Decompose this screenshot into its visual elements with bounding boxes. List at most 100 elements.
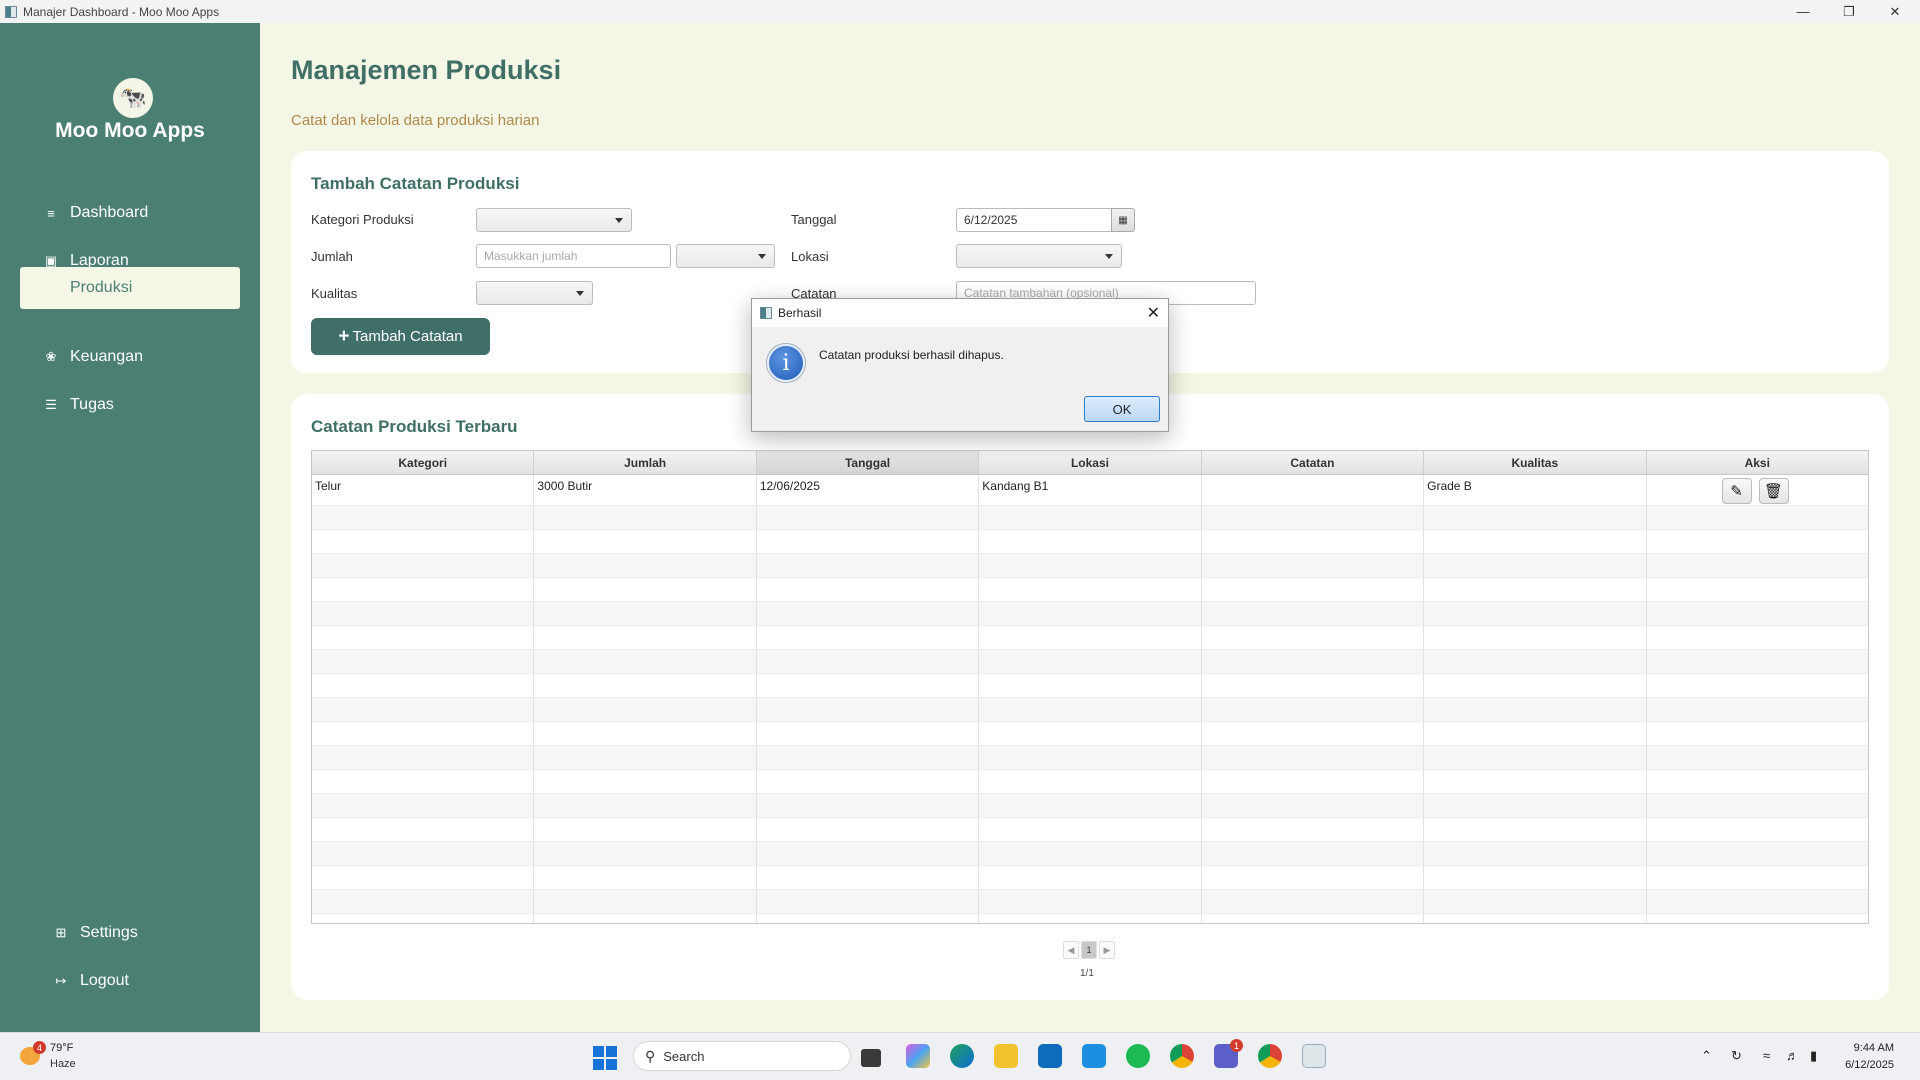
sidebar-item-label: Tugas (70, 396, 114, 413)
table-cell-empty (757, 794, 980, 817)
sidebar-item-keuangan[interactable]: ❀ Keuangan (20, 336, 240, 378)
clock-time[interactable]: 9:44 AM (1854, 1042, 1894, 1054)
wifi-icon[interactable]: ≈ (1763, 1048, 1770, 1063)
column-header[interactable]: Aksi (1647, 451, 1868, 474)
show-hidden-icons-icon[interactable]: ⌃ (1701, 1048, 1712, 1064)
kualitas-select[interactable] (476, 281, 593, 305)
window-titlebar: Manajer Dashboard - Moo Moo Apps — ❐ ✕ (0, 0, 1920, 23)
taskbar-search[interactable]: ⚲ Search (633, 1041, 851, 1071)
chrome-profile-icon[interactable] (1258, 1044, 1282, 1068)
column-header[interactable]: Kualitas (1424, 451, 1647, 474)
next-page-icon[interactable]: ▶ (1099, 941, 1115, 959)
table-cell-empty (1202, 578, 1425, 601)
column-header[interactable]: Jumlah (534, 451, 757, 474)
sync-icon[interactable]: ↻ (1731, 1048, 1742, 1064)
chevron-down-icon (615, 218, 623, 223)
battery-icon[interactable]: ▮ (1810, 1048, 1817, 1064)
edit-button[interactable]: ✎ (1721, 478, 1752, 504)
sidebar-item-logout[interactable]: ↦ Logout (20, 960, 240, 1002)
column-header[interactable]: Tanggal (756, 451, 980, 474)
table-row[interactable]: Telur 3000 Butir 12/06/2025 Kandang B1 G… (312, 475, 1868, 506)
sidebar-item-dashboard[interactable]: ≡ Dashboard (20, 192, 240, 234)
page-button[interactable]: 1 (1081, 941, 1097, 959)
window-title: Manajer Dashboard - Moo Moo Apps (23, 4, 220, 19)
table-cell-empty (757, 554, 980, 577)
chevron-down-icon (1105, 254, 1113, 259)
table-cell-empty (979, 554, 1202, 577)
jumlah-input[interactable]: Masukkan jumlah (476, 244, 671, 268)
table-cell-empty (1424, 554, 1647, 577)
table-cell-empty (1202, 698, 1425, 721)
close-window-icon[interactable]: ✕ (1872, 0, 1918, 23)
table-cell-empty (1202, 890, 1425, 913)
settings-icon: ⊞ (55, 925, 67, 940)
cell-kategori: Telur (312, 475, 535, 505)
delete-button[interactable]: 🗑 (1758, 478, 1789, 504)
chrome-icon[interactable] (1170, 1044, 1194, 1068)
prev-page-icon[interactable]: ◀ (1063, 941, 1079, 959)
table-cell-empty (757, 770, 980, 793)
table-cell-empty (534, 866, 757, 889)
restore-icon[interactable]: ❐ (1826, 0, 1872, 23)
pencil-icon: ✎ (1730, 483, 1743, 500)
table-cell-empty (979, 818, 1202, 841)
table-cell-empty (1424, 650, 1647, 673)
table-cell-empty (757, 842, 980, 865)
column-header[interactable]: Kategori (312, 451, 535, 474)
sidebar-item-tugas[interactable]: ☰ Tugas (20, 384, 240, 426)
weather-temp: 79°F (50, 1042, 74, 1054)
table-cell-empty (534, 818, 757, 841)
table-cell-empty (1647, 506, 1868, 529)
table-row-empty (312, 746, 1868, 770)
success-dialog: Berhasil ✕ i Catatan produksi berhasil d… (751, 298, 1169, 432)
table-cell-empty (979, 770, 1202, 793)
table-cell-empty (1647, 818, 1868, 841)
table-cell-empty (1647, 698, 1868, 721)
calendar-icon[interactable]: ▦ (1111, 208, 1135, 232)
clock-date[interactable]: 6/12/2025 (1845, 1059, 1894, 1071)
table-cell-empty (757, 818, 980, 841)
volume-icon[interactable]: ♬ (1786, 1048, 1799, 1063)
column-header[interactable]: Catatan (1202, 451, 1425, 474)
kategori-select[interactable] (476, 208, 632, 232)
minimize-icon[interactable]: — (1780, 0, 1826, 23)
edge-icon[interactable] (950, 1044, 974, 1068)
add-record-button[interactable]: + Tambah Catatan (311, 318, 490, 355)
table-cell-empty (979, 650, 1202, 673)
ok-button[interactable]: OK (1084, 396, 1160, 422)
outlook-icon[interactable] (1038, 1044, 1062, 1068)
java-app-icon[interactable] (1302, 1044, 1326, 1068)
table-cell-empty (1424, 914, 1647, 923)
table-cell-empty (1424, 530, 1647, 553)
table-cell-empty (979, 866, 1202, 889)
app-icon (5, 5, 17, 18)
copilot-icon[interactable] (906, 1044, 930, 1068)
sidebar-item-produksi[interactable]: ● Produksi (20, 267, 240, 309)
weather-badge: 4 (33, 1041, 46, 1054)
windows-start-icon[interactable] (593, 1046, 617, 1070)
table-row-empty (312, 506, 1868, 530)
table-row-empty (312, 602, 1868, 626)
file-explorer-icon[interactable] (994, 1044, 1018, 1068)
table-cell-empty (312, 506, 535, 529)
cell-lokasi: Kandang B1 (979, 475, 1202, 505)
unit-select[interactable] (676, 244, 775, 268)
table-cell-empty (979, 842, 1202, 865)
table-cell-empty (534, 698, 757, 721)
table-cell-empty (979, 890, 1202, 913)
spotify-icon[interactable] (1126, 1044, 1150, 1068)
lokasi-select[interactable] (956, 244, 1122, 268)
close-icon[interactable]: ✕ (1147, 303, 1160, 323)
table-cell-empty (1647, 722, 1868, 745)
app-icon (760, 307, 772, 319)
tanggal-input[interactable]: 6/12/2025 (956, 208, 1113, 232)
sidebar-item-settings[interactable]: ⊞ Settings (20, 912, 240, 954)
vscode-icon[interactable] (1082, 1044, 1106, 1068)
chevron-down-icon (758, 254, 766, 259)
column-header[interactable]: Lokasi (979, 451, 1202, 474)
task-view-icon[interactable] (861, 1049, 881, 1067)
table-cell-empty (757, 530, 980, 553)
table-cell-empty (534, 890, 757, 913)
table-cell-empty (1647, 842, 1868, 865)
table-cell-empty (534, 554, 757, 577)
